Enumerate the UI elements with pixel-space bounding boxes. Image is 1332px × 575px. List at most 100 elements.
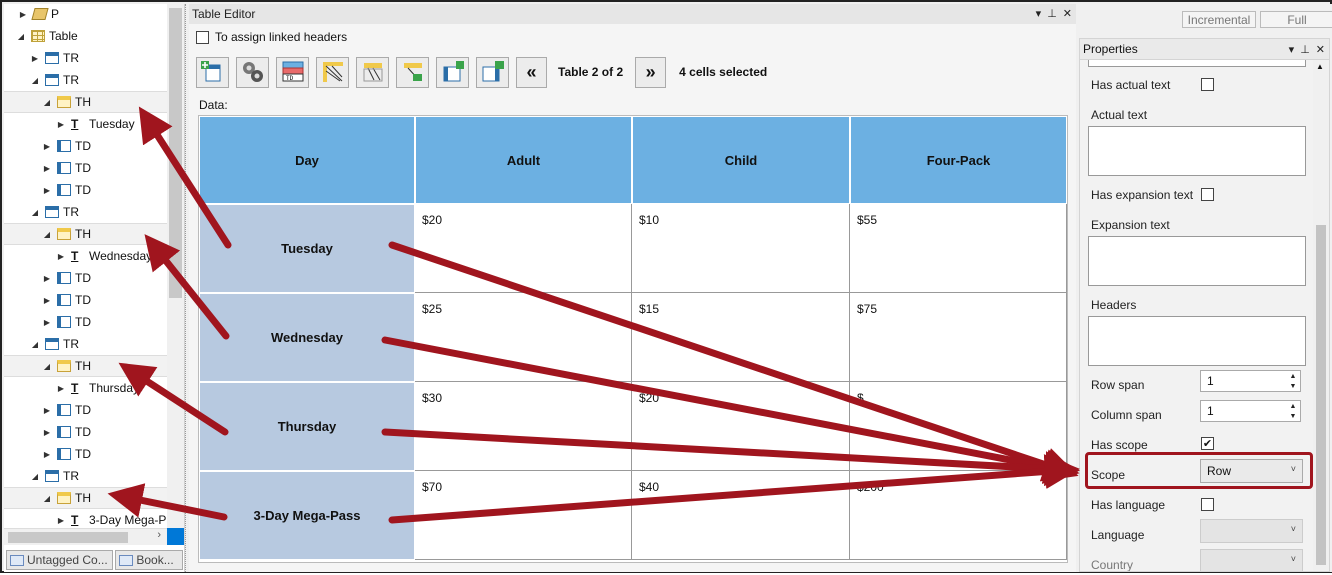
insert-column-icon[interactable] (436, 56, 469, 88)
tree-node[interactable]: ◢ TR (4, 465, 167, 487)
tree-node[interactable]: ▶ TD (4, 289, 167, 311)
expand-icon[interactable]: ▶ (42, 295, 52, 305)
has-language-checkbox[interactable] (1201, 498, 1214, 511)
tree-node[interactable]: ◢ TH (4, 91, 167, 113)
tree-node[interactable]: ◢ Table (4, 25, 167, 47)
tree-node[interactable]: ▶ T Tuesday (4, 113, 167, 135)
data-cell[interactable]: $55 (850, 204, 1067, 293)
has-expansion-text-checkbox[interactable] (1201, 188, 1214, 201)
data-cell[interactable]: $70 (415, 471, 632, 560)
column-header-cell[interactable]: Adult (415, 116, 632, 204)
previous-table-button[interactable]: « (516, 56, 547, 88)
previous-textbox[interactable] (1088, 60, 1306, 67)
data-cell[interactable]: $25 (415, 293, 632, 382)
tree-node[interactable]: ▶ TD (4, 399, 167, 421)
expand-icon[interactable]: ▶ (42, 405, 52, 415)
country-select[interactable]: ˅ (1200, 549, 1303, 571)
data-cell[interactable]: $40 (632, 471, 850, 560)
data-cell[interactable]: $10 (632, 204, 850, 293)
collapse-icon[interactable]: ◢ (42, 229, 52, 239)
tree-node[interactable]: ◢ TH (4, 487, 167, 509)
incremental-button[interactable]: Incremental (1182, 11, 1256, 28)
row-header-icon[interactable] (396, 56, 429, 88)
tree-node[interactable]: ◢ TH (4, 355, 167, 377)
collapse-icon[interactable]: ◢ (42, 493, 52, 503)
insert-row-icon[interactable] (196, 56, 229, 88)
tree-node[interactable]: ▶ TD (4, 267, 167, 289)
tree-node[interactable]: ▶ TD (4, 311, 167, 333)
data-cell[interactable]: $20 (415, 204, 632, 293)
row-header-cell[interactable]: Thursday (199, 382, 415, 471)
expand-icon[interactable]: ▶ (42, 141, 52, 151)
expand-icon[interactable]: ▶ (56, 119, 66, 129)
spin-down-icon[interactable]: ▼ (1290, 383, 1297, 390)
collapse-icon[interactable]: ◢ (42, 97, 52, 107)
data-cell[interactable]: $ (850, 382, 1067, 471)
has-scope-checkbox[interactable]: ✔ (1201, 437, 1214, 450)
properties-scroll-thumb[interactable] (1316, 225, 1326, 565)
expand-icon[interactable]: ▶ (42, 317, 52, 327)
expand-icon[interactable]: ▶ (18, 9, 28, 19)
headers-field[interactable] (1088, 316, 1306, 366)
tree-node[interactable]: ▶ TD (4, 157, 167, 179)
language-select[interactable]: ˅ (1200, 519, 1303, 543)
collapse-icon[interactable]: ◢ (42, 361, 52, 371)
spin-up-icon[interactable]: ▲ (1290, 373, 1297, 380)
collapse-icon[interactable]: ◢ (30, 471, 40, 481)
data-cell[interactable]: $15 (632, 293, 850, 382)
delete-column-icon[interactable] (476, 56, 509, 88)
tree-node[interactable]: ◢ TH (4, 223, 167, 245)
data-cell[interactable]: $75 (850, 293, 1067, 382)
tree-node[interactable]: ◢ TR (4, 333, 167, 355)
pin-icon[interactable]: ⊥ (1047, 7, 1057, 20)
collapse-icon[interactable]: ◢ (30, 207, 40, 217)
spin-up-icon[interactable]: ▲ (1290, 403, 1297, 410)
column-span-stepper[interactable]: 1 ▲ ▼ (1200, 400, 1301, 422)
spin-down-icon[interactable]: ▼ (1290, 413, 1297, 420)
expand-icon[interactable]: ▶ (42, 449, 52, 459)
expansion-text-field[interactable] (1088, 236, 1306, 286)
tree-node[interactable]: ▶ P (4, 3, 167, 25)
tree-node[interactable]: ▶ TD (4, 443, 167, 465)
expand-icon[interactable]: ▶ (56, 251, 66, 261)
column-header-cell[interactable]: Child (632, 116, 850, 204)
tree-vertical-scrollbar[interactable] (167, 4, 184, 544)
tree-node[interactable]: ▶ TD (4, 135, 167, 157)
collapse-icon[interactable]: ◢ (30, 75, 40, 85)
collapse-icon[interactable]: ◢ (16, 31, 26, 41)
data-cell[interactable]: $200 (850, 471, 1067, 560)
column-header-icon[interactable] (356, 56, 389, 88)
tree-horizontal-scrollbar[interactable]: › (4, 528, 167, 545)
actual-text-field[interactable] (1088, 126, 1306, 176)
next-table-button[interactable]: » (635, 56, 667, 88)
dropdown-icon[interactable]: ▾ (1289, 43, 1295, 56)
tree-node[interactable]: ▶ TR (4, 47, 167, 69)
close-icon[interactable]: ✕ (1316, 43, 1325, 56)
properties-scrollbar[interactable]: ▲ (1313, 60, 1329, 571)
data-cell[interactable]: $20 (632, 382, 850, 471)
data-cell[interactable]: $30 (415, 382, 632, 471)
tab-bookmarks[interactable]: Book... (115, 550, 183, 570)
tree-node[interactable]: ◢ TR (4, 69, 167, 91)
expand-icon[interactable]: ▶ (42, 427, 52, 437)
linked-headers-icon[interactable] (316, 56, 349, 88)
tree-node[interactable]: ▶ TD (4, 179, 167, 201)
assign-linked-headers[interactable]: To assign linked headers (196, 30, 347, 44)
row-header-cell[interactable]: 3-Day Mega-Pass (199, 471, 415, 560)
full-button[interactable]: Full (1260, 11, 1332, 28)
row-header-cell[interactable]: Wednesday (199, 293, 415, 382)
tree-node[interactable]: ◢ TR (4, 201, 167, 223)
tree-node[interactable]: ▶ T Thursday (4, 377, 167, 399)
expand-icon[interactable]: ▶ (30, 53, 40, 63)
tree-scroll-thumb[interactable] (169, 8, 182, 298)
dropdown-icon[interactable]: ▾ (1036, 7, 1042, 20)
row-header-cell[interactable]: Tuesday (199, 204, 415, 293)
column-header-cell[interactable]: Day (199, 116, 415, 204)
column-header-cell[interactable]: Four-Pack (850, 116, 1067, 204)
close-icon[interactable]: ✕ (1063, 7, 1072, 20)
expand-icon[interactable]: ▶ (56, 383, 66, 393)
tab-untagged-content[interactable]: Untagged Co... (6, 550, 114, 570)
header-data-toggle-icon[interactable]: TD (276, 56, 309, 88)
tree-hscroll-thumb[interactable] (8, 532, 128, 543)
table-settings-icon[interactable] (236, 56, 269, 88)
